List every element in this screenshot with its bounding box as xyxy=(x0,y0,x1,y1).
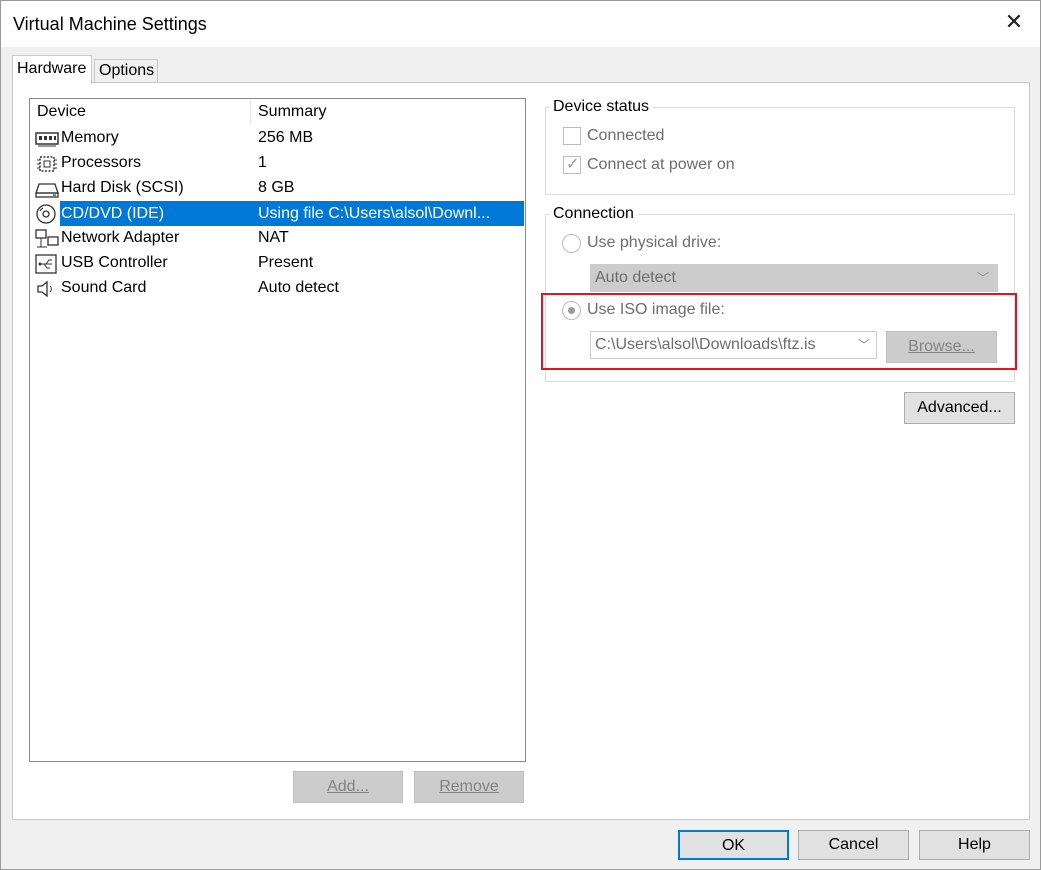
title-bar: Virtual Machine Settings ✕ xyxy=(1,1,1040,47)
advanced-button[interactable]: Advanced... xyxy=(904,392,1015,424)
ok-button[interactable]: OK xyxy=(678,830,789,860)
highlight-box xyxy=(541,293,1017,370)
device-summary: Present xyxy=(258,254,314,271)
processor-icon xyxy=(37,156,57,172)
add-button[interactable]: Add... xyxy=(293,771,403,803)
device-status-label: Device status xyxy=(549,98,654,116)
device-name: Memory xyxy=(61,129,119,146)
use-physical-drive-label[interactable]: Use physical drive: xyxy=(587,234,721,252)
device-row-sound-card[interactable]: Sound Card Auto detect xyxy=(33,276,524,301)
help-button[interactable]: Help xyxy=(919,830,1030,860)
tab-hardware[interactable]: Hardware xyxy=(12,55,92,84)
connect-at-power-on-label[interactable]: Connect at power on xyxy=(587,156,735,174)
remove-label: Remove xyxy=(439,778,499,795)
add-label: Add... xyxy=(327,778,369,795)
device-row-processors[interactable]: Processors 1 xyxy=(33,151,524,176)
physical-drive-select[interactable]: Auto detect ﹀ xyxy=(590,264,998,292)
sound-icon xyxy=(37,280,52,298)
network-icon xyxy=(35,229,59,248)
advanced-label: Advanced... xyxy=(917,399,1002,416)
device-row-cd-dvd[interactable]: CD/DVD (IDE) Using file C:\Users\alsol\D… xyxy=(33,201,524,226)
device-summary: NAT xyxy=(258,229,289,246)
cancel-label: Cancel xyxy=(828,836,879,853)
physical-drive-value: Auto detect xyxy=(595,269,676,286)
cancel-button[interactable]: Cancel xyxy=(798,830,909,860)
column-header-summary[interactable]: Summary xyxy=(258,99,326,124)
remove-button[interactable]: Remove xyxy=(414,771,524,803)
close-icon[interactable]: ✕ xyxy=(1002,10,1026,34)
device-summary: Auto detect xyxy=(258,279,339,296)
connected-checkbox[interactable] xyxy=(563,127,581,145)
window-title: Virtual Machine Settings xyxy=(13,14,207,34)
hard-disk-icon xyxy=(35,183,59,198)
device-name: CD/DVD (IDE) xyxy=(60,201,255,226)
device-row-network-adapter[interactable]: Network Adapter NAT xyxy=(33,226,524,251)
device-summary: Using file C:\Users\alsol\Downl... xyxy=(254,201,524,226)
device-row-usb-controller[interactable]: USB Controller Present xyxy=(33,251,524,276)
hardware-panel: Device Summary Memory 256 MB Processors … xyxy=(12,82,1030,820)
device-name: Hard Disk (SCSI) xyxy=(61,179,184,196)
settings-window: Virtual Machine Settings ✕ Hardware Opti… xyxy=(0,0,1041,870)
device-summary: 8 GB xyxy=(258,179,295,196)
chevron-down-icon: ﹀ xyxy=(976,271,989,285)
column-separator[interactable] xyxy=(250,99,251,124)
device-row-hard-disk[interactable]: Hard Disk (SCSI) 8 GB xyxy=(33,176,524,201)
device-summary: 256 MB xyxy=(258,129,314,146)
usb-icon xyxy=(35,254,57,274)
device-status-group xyxy=(545,107,1015,195)
help-label: Help xyxy=(958,836,991,853)
memory-icon xyxy=(35,132,59,147)
connect-at-power-on-checkbox[interactable] xyxy=(563,154,581,174)
connected-label[interactable]: Connected xyxy=(587,127,664,145)
device-summary: 1 xyxy=(258,154,267,171)
tab-options[interactable]: Options xyxy=(94,59,158,83)
use-physical-drive-radio[interactable] xyxy=(562,234,581,253)
device-row-memory[interactable]: Memory 256 MB xyxy=(33,126,524,151)
cd-dvd-icon xyxy=(36,204,56,224)
ok-label: OK xyxy=(721,837,746,854)
device-name: USB Controller xyxy=(61,254,168,271)
connection-label: Connection xyxy=(549,205,638,223)
device-list[interactable]: Device Summary Memory 256 MB Processors … xyxy=(29,98,526,762)
device-name: Network Adapter xyxy=(61,229,180,246)
device-name: Processors xyxy=(61,154,142,171)
device-name: Sound Card xyxy=(61,279,147,296)
column-header-device[interactable]: Device xyxy=(37,99,86,124)
